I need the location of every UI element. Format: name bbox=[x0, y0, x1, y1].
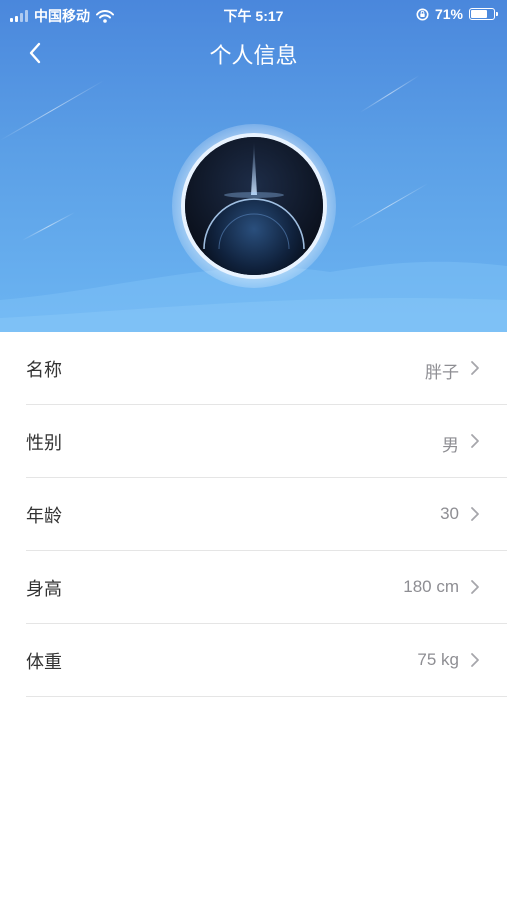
profile-info-list: 名称 胖子 性别 男 年龄 30 身高 180 cm 体重 75 kg bbox=[0, 332, 507, 697]
chevron-right-icon bbox=[471, 361, 479, 375]
page-title: 个人信息 bbox=[209, 43, 298, 68]
row-label: 名称 bbox=[26, 360, 62, 380]
profile-row-height[interactable]: 身高 180 cm bbox=[26, 551, 507, 624]
profile-row-age[interactable]: 年龄 30 bbox=[26, 478, 507, 551]
status-bar: 中国移动 下午 5:17 71% bbox=[0, 0, 507, 28]
avatar-container[interactable] bbox=[172, 124, 336, 288]
row-value: 30 bbox=[440, 504, 459, 523]
navigation-bar: 个人信息 bbox=[0, 30, 507, 74]
chevron-right-icon bbox=[471, 580, 479, 594]
row-label: 身高 bbox=[26, 579, 62, 599]
profile-row-name[interactable]: 名称 胖子 bbox=[26, 332, 507, 405]
avatar[interactable] bbox=[181, 133, 327, 279]
row-value: 胖子 bbox=[425, 363, 459, 382]
profile-row-gender[interactable]: 性别 男 bbox=[26, 405, 507, 478]
row-value: 男 bbox=[442, 436, 459, 455]
battery-icon bbox=[469, 8, 498, 20]
profile-row-weight[interactable]: 体重 75 kg bbox=[26, 624, 507, 697]
battery-percent: 71% bbox=[434, 6, 463, 22]
row-value: 180 cm bbox=[403, 577, 459, 596]
battery-level-fill bbox=[471, 10, 487, 18]
avatar-image bbox=[185, 137, 323, 275]
chevron-right-icon bbox=[471, 653, 479, 667]
row-label: 年龄 bbox=[26, 506, 62, 526]
row-label: 体重 bbox=[26, 652, 62, 672]
row-value: 75 kg bbox=[417, 650, 459, 669]
profile-header: 中国移动 下午 5:17 71% 个人信息 bbox=[0, 0, 507, 332]
chevron-right-icon bbox=[471, 434, 479, 448]
chevron-right-icon bbox=[471, 507, 479, 521]
orientation-lock-icon bbox=[416, 8, 429, 20]
row-label: 性别 bbox=[26, 433, 62, 453]
